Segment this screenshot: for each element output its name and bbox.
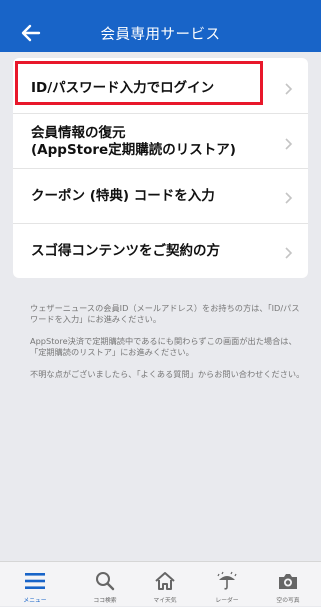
- status-bar: [0, 0, 321, 14]
- tab-label: ココ検索: [93, 598, 117, 604]
- camera-icon: [279, 574, 297, 589]
- chevron-right-icon: [284, 136, 294, 150]
- tab-label: 空の写真: [276, 598, 300, 604]
- menu-icon: [25, 573, 45, 589]
- highlight-box: [15, 61, 263, 105]
- sugotoku-contents-item[interactable]: スゴ得コンテンツをご契約の方: [13, 224, 308, 278]
- tab-label: マイ天気: [153, 598, 177, 604]
- help-notes: ウェザーニュースの会員ID（メールアドレス）をお持ちの方は、「ID/パスワードを…: [30, 303, 305, 391]
- menu-item-label-line1: 会員情報の復元: [31, 125, 126, 141]
- restore-member-info-item[interactable]: 会員情報の復元 (AppStore定期購読のリストア): [13, 114, 308, 169]
- bottom-tab-bar: メニュー ココ検索 マイ天気 レーダー 空の写真: [0, 561, 321, 606]
- tab-label: メニュー: [23, 598, 47, 604]
- tab-menu[interactable]: メニュー: [11, 562, 59, 607]
- tab-my-weather[interactable]: マイ天気: [141, 562, 189, 607]
- search-icon: [96, 572, 115, 591]
- note-paragraph: ウェザーニュースの会員ID（メールアドレス）をお持ちの方は、「ID/パスワードを…: [30, 303, 300, 324]
- chevron-right-icon: [284, 245, 294, 259]
- tab-search[interactable]: ココ検索: [81, 562, 129, 607]
- note-paragraph: AppStore決済で定期購読中であるにも関わらずこの画面が出た場合は、「定期購…: [30, 336, 297, 357]
- umbrella-rain-icon: [217, 571, 237, 590]
- chevron-right-icon: [284, 190, 294, 204]
- tab-radar[interactable]: レーダー: [203, 562, 251, 607]
- header-bar: 会員専用サービス: [0, 14, 321, 52]
- chevron-right-icon: [284, 81, 294, 95]
- home-icon: [155, 572, 175, 590]
- menu-item-label: スゴ得コンテンツをご契約の方: [31, 243, 220, 259]
- coupon-code-item[interactable]: クーポン (特典) コードを入力: [13, 169, 308, 224]
- page-title: 会員専用サービス: [100, 27, 221, 43]
- menu-item-label: クーポン (特典) コードを入力: [31, 188, 215, 204]
- tab-label: レーダー: [215, 598, 239, 604]
- menu-item-label-line2: (AppStore定期購読のリストア): [31, 142, 236, 158]
- tab-sky-photos[interactable]: 空の写真: [264, 562, 312, 607]
- note-paragraph: 不明な点がございましたら、「よくある質問」からお問い合わせください。: [30, 369, 305, 379]
